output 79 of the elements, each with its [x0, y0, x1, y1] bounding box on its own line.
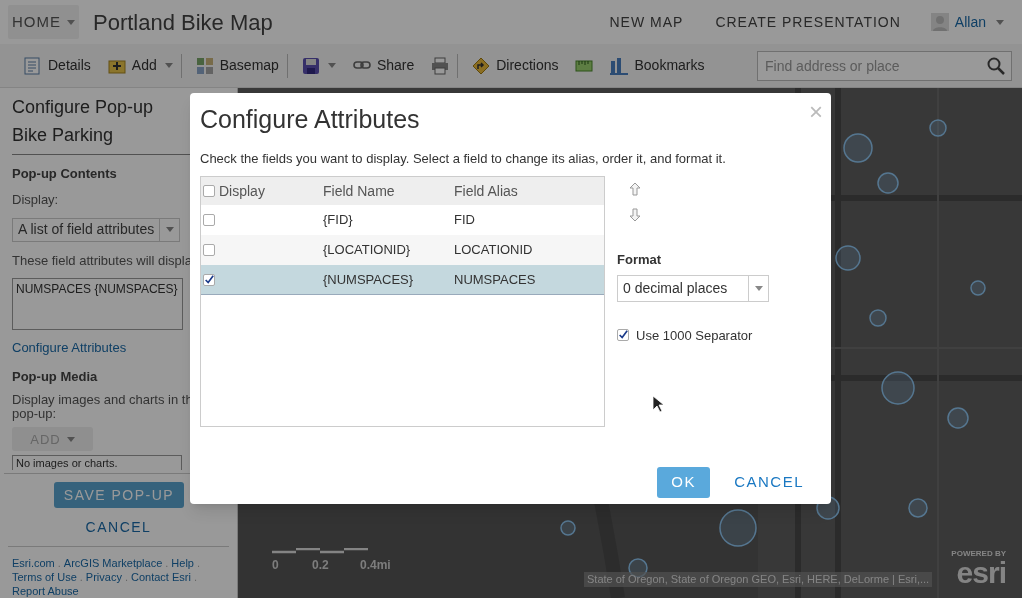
caret-icon	[67, 19, 75, 25]
basemap-icon	[195, 56, 214, 75]
checkbox[interactable]	[203, 273, 215, 286]
table-cell-text: NUMSPACES	[454, 270, 536, 289]
ok-button[interactable]: OK	[657, 467, 711, 498]
map-attribution: State of Oregon, State of Oregon GEO, Esri, HERE, DeLorme | Esri,...	[584, 572, 933, 587]
caret-icon	[754, 285, 763, 291]
toolbar-button[interactable]: Bookmarks	[602, 53, 714, 78]
checkbox[interactable]	[203, 244, 215, 256]
logo-caption: POWERED BY	[951, 550, 1006, 558]
caret-icon	[327, 63, 336, 68]
footer-link[interactable]: Terms of Use	[12, 570, 77, 584]
nav-link[interactable]: CREATE PRESENTATION	[715, 11, 901, 33]
toolbar-button[interactable]: Add	[99, 53, 182, 78]
separator-dot: .	[124, 570, 128, 584]
checkbox[interactable]	[203, 185, 215, 197]
column-header: Field Name	[323, 181, 396, 201]
search-field[interactable]: Find address or place	[757, 50, 1012, 81]
home-menu[interactable]: HOME	[8, 5, 79, 39]
table-cell-text: {NUMSPACES}	[323, 270, 415, 289]
table-row[interactable]: {NUMSPACES} NUMSPACES	[201, 265, 604, 295]
table-cell-text: {LOCATIONID}	[323, 241, 412, 260]
separator-dot: .	[193, 570, 197, 584]
toolbar-button[interactable]: Share	[344, 53, 424, 78]
cancel-button[interactable]: CANCEL	[734, 471, 804, 494]
scale-label: 0	[272, 557, 280, 574]
toolbar-button[interactable]: Directions	[464, 53, 568, 78]
table-row[interactable]: {LOCATIONID} LOCATIONID	[201, 235, 604, 265]
footer-link[interactable]: ArcGIS Marketplace	[63, 556, 163, 570]
section-heading: Pop-up Contents	[12, 165, 117, 183]
format-select[interactable]: 0 decimal places	[617, 274, 769, 302]
separator-dot: .	[165, 556, 169, 570]
cursor-icon	[652, 395, 663, 412]
footer-link[interactable]: Contact Esri	[131, 570, 191, 584]
column-header: Field Alias	[454, 181, 518, 201]
footer-link[interactable]: Privacy	[85, 570, 122, 584]
display-select[interactable]: A list of field attributes	[12, 218, 180, 242]
table-cell-text: {FID}	[323, 211, 354, 230]
fields-textarea[interactable]: NUMSPACES {NUMSPACES}	[12, 278, 183, 331]
save-icon	[301, 56, 320, 75]
field-label: Format	[617, 251, 663, 269]
scale-label: 0.4mi	[360, 557, 392, 574]
footer-link[interactable]: Report Abuse	[12, 584, 79, 598]
checkbox-label: Use 1000 Separator	[636, 326, 753, 345]
print-icon	[431, 56, 450, 75]
caret-icon	[996, 19, 1004, 25]
checkbox[interactable]	[203, 214, 215, 226]
footer-link[interactable]: Help	[171, 556, 194, 570]
table-cell-text: LOCATIONID	[454, 241, 533, 260]
esri-logo: esri	[956, 558, 1006, 588]
details-icon	[24, 56, 42, 75]
nav-link[interactable]: NEW MAP	[609, 11, 684, 33]
directions-icon	[472, 56, 491, 75]
move-up-icon[interactable]	[629, 182, 641, 196]
toolbar-button[interactable]: Details	[16, 53, 100, 78]
map-title: Portland Bike Map	[93, 8, 273, 37]
user-menu[interactable]: Allan	[954, 11, 1004, 33]
media-list[interactable]: No images or charts.	[12, 455, 182, 471]
column-header: Display	[219, 181, 265, 201]
footer-link[interactable]: Esri.com	[12, 556, 55, 570]
checkbox[interactable]	[617, 329, 629, 342]
configure-attributes-link[interactable]: Configure Attributes	[12, 338, 127, 358]
cancel-button[interactable]: CANCEL	[85, 517, 152, 539]
caret-icon	[66, 436, 75, 442]
avatar-icon	[930, 13, 949, 31]
panel-heading: Configure Pop-up	[12, 96, 155, 118]
field-label: Display:	[12, 190, 59, 209]
table-cell-text: FID	[454, 211, 475, 230]
search-icon	[987, 56, 1005, 75]
separator-dot: .	[196, 556, 200, 570]
separator-dot: .	[57, 556, 61, 570]
move-down-icon[interactable]	[629, 208, 641, 222]
separator-dot: .	[79, 570, 83, 584]
toolbar-button[interactable]: Basemap	[187, 53, 288, 78]
caret-icon	[165, 227, 174, 233]
scale-label: 0.2	[312, 557, 330, 574]
caret-icon	[164, 63, 173, 68]
bookmarks-icon	[610, 56, 629, 75]
section-heading: Pop-up Media	[12, 367, 98, 386]
